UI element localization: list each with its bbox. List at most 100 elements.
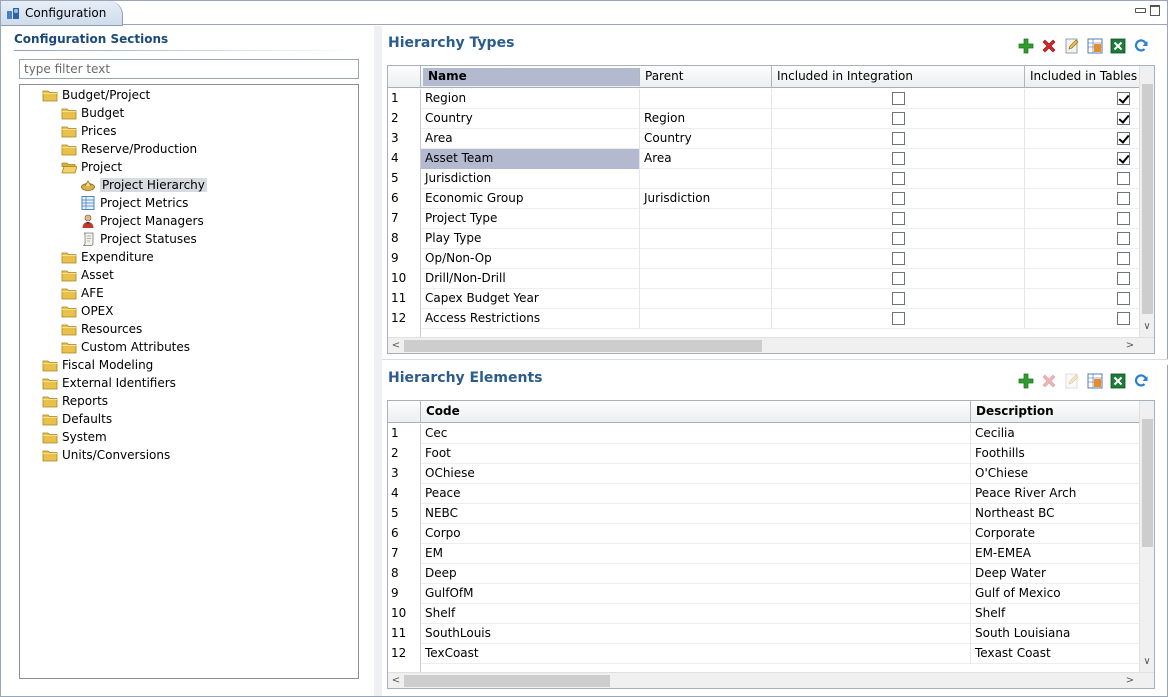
scrollbar-thumb[interactable] — [404, 340, 762, 352]
table-row[interactable]: 6 Economic Group Jurisdiction — [388, 189, 1141, 209]
refresh-icon[interactable] — [1132, 37, 1150, 55]
tree-item-prices[interactable]: Prices — [61, 122, 117, 140]
parent-cell[interactable] — [640, 169, 772, 189]
tree-item-project-metrics[interactable]: Project Metrics — [80, 194, 188, 212]
tree-item-afe[interactable]: AFE — [61, 284, 104, 302]
included-in-tables-checkbox[interactable] — [1117, 212, 1130, 225]
vertical-scrollbar[interactable]: ∨ — [1139, 66, 1154, 337]
parent-cell[interactable]: Region — [640, 109, 772, 129]
scroll-right-icon[interactable]: > — [1124, 340, 1136, 352]
code-cell[interactable]: EM — [421, 544, 971, 564]
maximize-icon[interactable] — [1149, 4, 1161, 16]
table-row[interactable]: 2 Foot Foothills — [388, 444, 1141, 464]
column-header-included-in-tables[interactable]: Included in Tables — [1025, 66, 1154, 88]
horizontal-scrollbar[interactable]: < > — [388, 337, 1154, 353]
excel-icon[interactable] — [1109, 37, 1127, 55]
scroll-left-icon[interactable]: < — [390, 675, 402, 687]
table-row[interactable]: 7 EM EM-EMEA — [388, 544, 1141, 564]
included-in-tables-checkbox[interactable] — [1117, 132, 1130, 145]
code-cell[interactable]: Peace — [421, 484, 971, 504]
included-in-tables-checkbox[interactable] — [1117, 312, 1130, 325]
parent-cell[interactable] — [640, 309, 772, 329]
delete-icon[interactable] — [1040, 37, 1058, 55]
included-in-tables-checkbox[interactable] — [1117, 192, 1130, 205]
included-in-integration-checkbox[interactable] — [892, 292, 905, 305]
sections-tree[interactable]: Budget/Project Budget Prices Reserve/Produc… — [19, 84, 359, 679]
table-row[interactable]: 1 Cec Cecilia — [388, 424, 1141, 444]
included-in-integration-checkbox[interactable] — [892, 132, 905, 145]
code-cell[interactable]: Cec — [421, 424, 971, 444]
included-in-integration-checkbox[interactable] — [892, 252, 905, 265]
included-in-integration-checkbox[interactable] — [892, 172, 905, 185]
description-cell[interactable]: Deep Water — [971, 564, 1141, 584]
code-cell[interactable]: OChiese — [421, 464, 971, 484]
scroll-up-icon[interactable] — [1141, 70, 1153, 82]
table-row[interactable]: 10 Drill/Non-Drill — [388, 269, 1141, 289]
scrollbar-thumb[interactable] — [1142, 84, 1153, 314]
tree-item-fiscal-modeling[interactable]: Fiscal Modeling — [42, 356, 153, 374]
code-cell[interactable]: Deep — [421, 564, 971, 584]
tree-item-reserve-production[interactable]: Reserve/Production — [61, 140, 197, 158]
table-row[interactable]: 9 Op/Non-Op — [388, 249, 1141, 269]
parent-cell[interactable] — [640, 249, 772, 269]
name-cell[interactable]: Drill/Non-Drill — [421, 269, 640, 289]
parent-cell[interactable] — [640, 209, 772, 229]
edit-icon[interactable] — [1063, 37, 1081, 55]
table-row[interactable]: 9 GulfOfM Gulf of Mexico — [388, 584, 1141, 604]
column-header-name[interactable]: Name — [423, 68, 640, 86]
name-cell[interactable]: Economic Group — [421, 189, 640, 209]
tree-item-budget[interactable]: Budget — [61, 104, 124, 122]
included-in-integration-checkbox[interactable] — [892, 192, 905, 205]
scroll-down-icon[interactable]: ∨ — [1141, 656, 1153, 668]
included-in-tables-checkbox[interactable] — [1117, 92, 1130, 105]
excel-icon[interactable] — [1109, 372, 1127, 390]
table-row[interactable]: 2 Country Region — [388, 109, 1141, 129]
edit-icon[interactable] — [1063, 372, 1081, 390]
name-cell[interactable]: Area — [421, 129, 640, 149]
name-cell[interactable]: Jurisdiction — [421, 169, 640, 189]
table-row[interactable]: 12 Access Restrictions — [388, 309, 1141, 329]
included-in-integration-checkbox[interactable] — [892, 232, 905, 245]
code-cell[interactable]: GulfOfM — [421, 584, 971, 604]
included-in-integration-checkbox[interactable] — [892, 312, 905, 325]
parent-cell[interactable]: Country — [640, 129, 772, 149]
hierarchy-elements-table[interactable]: Code Description 1 Cec Cecilia 2 Foot Foothills… — [387, 400, 1155, 689]
tree-item-project[interactable]: Project — [61, 158, 122, 176]
parent-cell[interactable]: Jurisdiction — [640, 189, 772, 209]
hierarchy-types-table[interactable]: Name Parent Included in Integration Include… — [387, 65, 1155, 354]
code-cell[interactable]: SouthLouis — [421, 624, 971, 644]
code-cell[interactable]: TexCoast — [421, 644, 971, 664]
name-cell[interactable]: Asset Team — [421, 149, 640, 169]
table-row[interactable]: 7 Project Type — [388, 209, 1141, 229]
name-cell[interactable]: Country — [421, 109, 640, 129]
column-header-code[interactable]: Code — [421, 401, 971, 423]
table-row[interactable]: 11 SouthLouis South Louisiana — [388, 624, 1141, 644]
description-cell[interactable]: South Louisiana — [971, 624, 1141, 644]
column-header-description[interactable]: Description — [971, 401, 1141, 423]
included-in-tables-checkbox[interactable] — [1117, 272, 1130, 285]
parent-cell[interactable] — [640, 269, 772, 289]
included-in-tables-checkbox[interactable] — [1117, 252, 1130, 265]
table-row[interactable]: 8 Play Type — [388, 229, 1141, 249]
name-cell[interactable]: Access Restrictions — [421, 309, 640, 329]
parent-cell[interactable]: Area — [640, 149, 772, 169]
table-row[interactable]: 12 TexCoast Texast Coast — [388, 644, 1141, 664]
description-cell[interactable]: Texast Coast — [971, 644, 1141, 664]
column-header-included-in-integration[interactable]: Included in Integration — [772, 66, 1025, 88]
name-cell[interactable]: Region — [421, 89, 640, 109]
description-cell[interactable]: Foothills — [971, 444, 1141, 464]
included-in-tables-checkbox[interactable] — [1117, 112, 1130, 125]
included-in-integration-checkbox[interactable] — [892, 152, 905, 165]
delete-icon[interactable] — [1040, 372, 1058, 390]
tree-item-budget-project[interactable]: Budget/Project — [42, 86, 150, 104]
code-cell[interactable]: Shelf — [421, 604, 971, 624]
name-cell[interactable]: Capex Budget Year — [421, 289, 640, 309]
description-cell[interactable]: O'Chiese — [971, 464, 1141, 484]
table-row[interactable]: 1 Region — [388, 89, 1141, 109]
parent-cell[interactable] — [640, 89, 772, 109]
included-in-tables-checkbox[interactable] — [1117, 172, 1130, 185]
tree-item-reports[interactable]: Reports — [42, 392, 108, 410]
description-cell[interactable]: Northeast BC — [971, 504, 1141, 524]
description-cell[interactable]: EM-EMEA — [971, 544, 1141, 564]
tree-item-opex[interactable]: OPEX — [61, 302, 113, 320]
